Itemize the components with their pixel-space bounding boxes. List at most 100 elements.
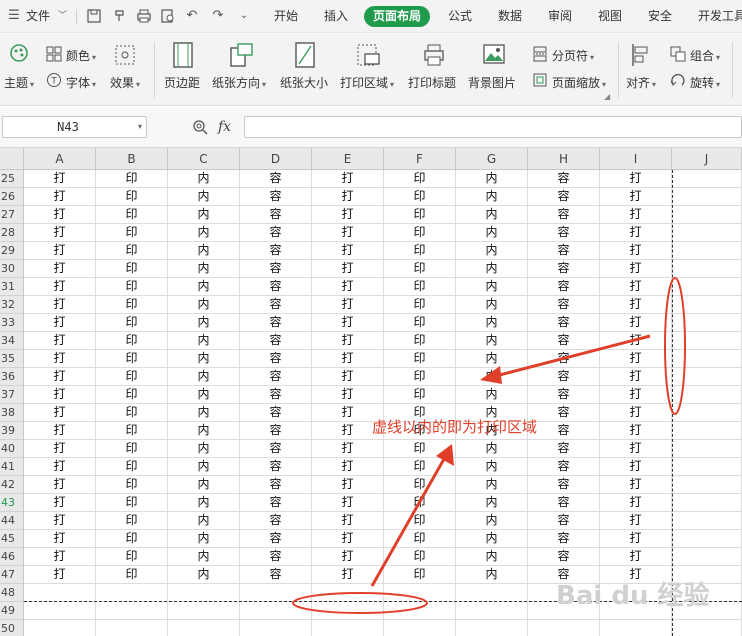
cell-b28[interactable]: 印 [96, 224, 168, 242]
theme-button[interactable]: 主题 ▾ [4, 74, 34, 91]
cell-g28[interactable]: 内 [456, 224, 528, 242]
undo-icon[interactable]: ↶ [184, 8, 200, 24]
rotate-button[interactable]: 旋转 ▾ [690, 74, 720, 91]
cell-e30[interactable]: 打 [312, 260, 384, 278]
print-titles-button[interactable]: 打印标题 [408, 74, 456, 91]
cell-g36[interactable]: 内 [456, 368, 528, 386]
cell-a50[interactable] [24, 620, 96, 636]
theme-icon[interactable] [8, 42, 30, 67]
cell-j31[interactable] [672, 278, 742, 296]
row-header-50[interactable]: 50 [0, 620, 24, 636]
paper-size-icon[interactable] [294, 42, 316, 71]
cell-a46[interactable]: 打 [24, 548, 96, 566]
cell-j28[interactable] [672, 224, 742, 242]
cell-g45[interactable]: 内 [456, 530, 528, 548]
page-break-button[interactable]: 分页符 ▾ [552, 47, 594, 64]
cell-a37[interactable]: 打 [24, 386, 96, 404]
cell-d28[interactable]: 容 [240, 224, 312, 242]
cell-e25[interactable]: 打 [312, 170, 384, 188]
cell-h33[interactable]: 容 [528, 314, 600, 332]
cell-a27[interactable]: 打 [24, 206, 96, 224]
cell-a40[interactable]: 打 [24, 440, 96, 458]
page-break-icon[interactable] [532, 46, 548, 65]
cell-b32[interactable]: 印 [96, 296, 168, 314]
cell-h39[interactable]: 容 [528, 422, 600, 440]
cell-e44[interactable]: 打 [312, 512, 384, 530]
tab-developer[interactable]: 开发工具 [698, 0, 742, 33]
cell-g43[interactable]: 内 [456, 494, 528, 512]
cell-c47[interactable]: 内 [168, 566, 240, 584]
cell-j30[interactable] [672, 260, 742, 278]
cell-d34[interactable]: 容 [240, 332, 312, 350]
column-header-g[interactable]: G [456, 148, 528, 170]
row-header-42[interactable]: 42 [0, 476, 24, 494]
cell-b40[interactable]: 印 [96, 440, 168, 458]
cell-f50[interactable] [384, 620, 456, 636]
cell-d33[interactable]: 容 [240, 314, 312, 332]
cell-c35[interactable]: 内 [168, 350, 240, 368]
group-icon[interactable] [670, 46, 686, 65]
row-header-34[interactable]: 34 [0, 332, 24, 350]
tab-data[interactable]: 数据 [498, 0, 522, 33]
cell-c38[interactable]: 内 [168, 404, 240, 422]
cell-h34[interactable]: 容 [528, 332, 600, 350]
tab-insert[interactable]: 插入 [324, 0, 348, 33]
cell-d49[interactable] [240, 602, 312, 620]
cell-c46[interactable]: 内 [168, 548, 240, 566]
cell-j33[interactable] [672, 314, 742, 332]
cell-h26[interactable]: 容 [528, 188, 600, 206]
cell-f26[interactable]: 印 [384, 188, 456, 206]
cell-d27[interactable]: 容 [240, 206, 312, 224]
name-box-chevron-down-icon[interactable]: ▾ [138, 117, 142, 137]
cell-h37[interactable]: 容 [528, 386, 600, 404]
cell-b35[interactable]: 印 [96, 350, 168, 368]
cell-b45[interactable]: 印 [96, 530, 168, 548]
cell-d30[interactable]: 容 [240, 260, 312, 278]
cell-g42[interactable]: 内 [456, 476, 528, 494]
row-header-29[interactable]: 29 [0, 242, 24, 260]
cell-e34[interactable]: 打 [312, 332, 384, 350]
cell-c28[interactable]: 内 [168, 224, 240, 242]
quick-access-chevron-down-icon[interactable]: ⌄ [236, 8, 252, 24]
cell-h43[interactable]: 容 [528, 494, 600, 512]
cell-h35[interactable]: 容 [528, 350, 600, 368]
cell-j32[interactable] [672, 296, 742, 314]
cell-h42[interactable]: 容 [528, 476, 600, 494]
group-button[interactable]: 组合 ▾ [690, 47, 720, 64]
cell-h31[interactable]: 容 [528, 278, 600, 296]
cell-d48[interactable] [240, 584, 312, 602]
cell-c44[interactable]: 内 [168, 512, 240, 530]
cell-j35[interactable] [672, 350, 742, 368]
cell-h32[interactable]: 容 [528, 296, 600, 314]
cell-d43[interactable]: 容 [240, 494, 312, 512]
column-header-a[interactable]: A [24, 148, 96, 170]
colors-icon[interactable] [46, 46, 62, 65]
cell-a42[interactable]: 打 [24, 476, 96, 494]
column-header-i[interactable]: I [600, 148, 672, 170]
column-header-e[interactable]: E [312, 148, 384, 170]
cell-a30[interactable]: 打 [24, 260, 96, 278]
cell-e35[interactable]: 打 [312, 350, 384, 368]
cell-f46[interactable]: 印 [384, 548, 456, 566]
cell-d35[interactable]: 容 [240, 350, 312, 368]
cell-g48[interactable] [456, 584, 528, 602]
row-header-39[interactable]: 39 [0, 422, 24, 440]
tab-review[interactable]: 审阅 [548, 0, 572, 33]
cell-b29[interactable]: 印 [96, 242, 168, 260]
row-header-35[interactable]: 35 [0, 350, 24, 368]
cell-d26[interactable]: 容 [240, 188, 312, 206]
cell-g33[interactable]: 内 [456, 314, 528, 332]
column-header-j[interactable]: J [672, 148, 742, 170]
save-icon[interactable] [86, 8, 102, 24]
cell-f36[interactable]: 印 [384, 368, 456, 386]
cell-e27[interactable]: 打 [312, 206, 384, 224]
cell-a47[interactable]: 打 [24, 566, 96, 584]
cell-f25[interactable]: 印 [384, 170, 456, 188]
cell-a36[interactable]: 打 [24, 368, 96, 386]
background-image-button[interactable]: 背景图片 [468, 74, 516, 91]
print-titles-icon[interactable] [422, 42, 446, 71]
cell-e40[interactable]: 打 [312, 440, 384, 458]
cell-h44[interactable]: 容 [528, 512, 600, 530]
cell-e45[interactable]: 打 [312, 530, 384, 548]
row-header-26[interactable]: 26 [0, 188, 24, 206]
